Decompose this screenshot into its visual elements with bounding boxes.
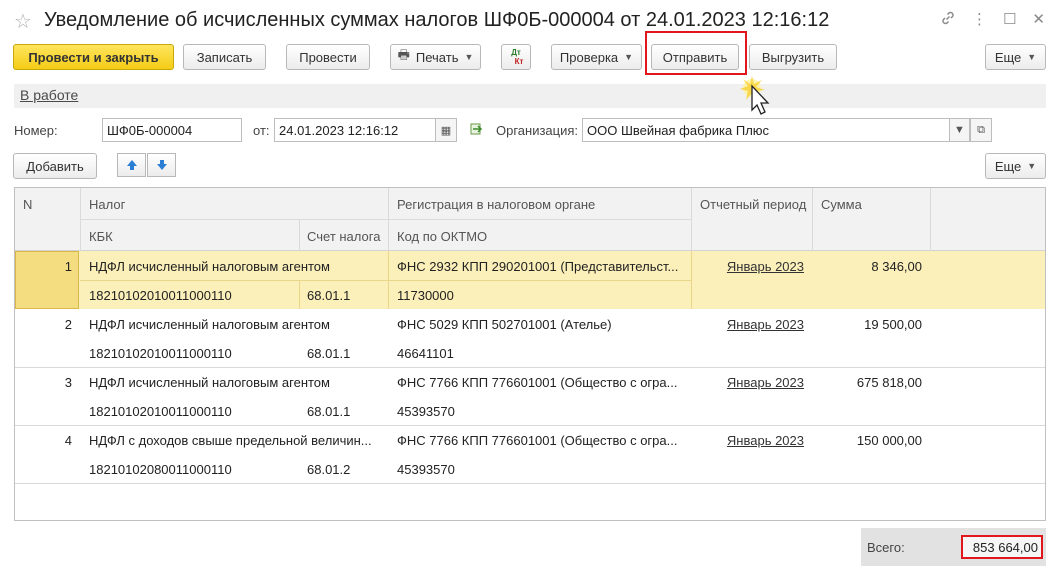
- organization-label: Организация:: [496, 123, 579, 138]
- table-more-button[interactable]: Еще ▼: [985, 153, 1046, 179]
- favorite-star-icon[interactable]: ☆: [14, 9, 32, 34]
- row-oktmo: 46641101: [397, 346, 454, 361]
- printer-icon: 🖶: [397, 47, 410, 62]
- mouse-cursor-icon: [738, 74, 778, 118]
- row-oktmo: 11730000: [397, 288, 454, 303]
- table-header: N Налог КБК Счет налога Регистрация в на…: [15, 188, 1045, 251]
- date-field[interactable]: 24.01.2023 12:16:12: [274, 118, 436, 142]
- row-period-link[interactable]: Январь 2023: [695, 317, 804, 332]
- number-label: Номер:: [14, 123, 58, 138]
- check-button[interactable]: Проверка ▼: [551, 44, 642, 70]
- row-oktmo: 45393570: [397, 404, 455, 419]
- header-oktmo[interactable]: Код по ОКТМО: [397, 229, 487, 244]
- export-button[interactable]: Выгрузить: [749, 44, 837, 70]
- row-registration: ФНС 7766 КПП 776601001 (Общество с огра.…: [397, 375, 678, 390]
- header-period[interactable]: Отчетный период: [700, 197, 806, 212]
- row-sum: 150 000,00: [856, 433, 922, 448]
- header-n[interactable]: N: [23, 197, 32, 212]
- save-button[interactable]: Записать: [183, 44, 266, 70]
- total-value: 853 664,00: [961, 535, 1043, 559]
- row-sum: 8 346,00: [871, 259, 922, 274]
- row-period-link[interactable]: Январь 2023: [695, 433, 804, 448]
- header-tax[interactable]: Налог: [89, 197, 125, 212]
- dt-kt-button[interactable]: Дт Кт: [501, 44, 531, 70]
- header-kbk[interactable]: КБК: [89, 229, 113, 244]
- row-number: 1: [64, 259, 72, 274]
- header-account[interactable]: Счет налога: [307, 229, 380, 244]
- date-label: от:: [253, 123, 270, 138]
- chevron-down-icon: ▼: [1027, 52, 1037, 62]
- chevron-down-icon[interactable]: ▼: [949, 118, 970, 142]
- chevron-down-icon: ▼: [624, 52, 634, 62]
- move-up-icon[interactable]: [117, 153, 146, 177]
- move-down-icon[interactable]: [147, 153, 176, 177]
- row-number: 4: [64, 433, 72, 448]
- row-registration: ФНС 2932 КПП 290201001 (Представительст.…: [397, 259, 679, 274]
- kt-label: Кт: [514, 57, 524, 66]
- dt-label: Дт: [511, 48, 521, 57]
- row-registration: ФНС 5029 КПП 502701001 (Ателье): [397, 317, 612, 332]
- row-account: 68.01.1: [307, 288, 351, 303]
- link-icon[interactable]: [940, 10, 956, 30]
- row-number: 2: [64, 317, 72, 332]
- send-highlight-frame: [645, 31, 747, 75]
- table-row[interactable]: 4 НДФЛ с доходов свыше предельной величи…: [15, 425, 1045, 483]
- row-oktmo: 45393570: [397, 462, 455, 477]
- total-label: Всего:: [867, 540, 905, 555]
- add-button[interactable]: Добавить: [13, 153, 97, 179]
- row-kbk: 18210102080011000110: [89, 462, 232, 477]
- more-vertical-icon[interactable]: ⋮: [972, 10, 987, 30]
- arrow-doc-icon: [468, 121, 484, 140]
- more-button[interactable]: Еще ▼: [985, 44, 1046, 70]
- print-button-label: Печать: [415, 49, 459, 65]
- print-button[interactable]: 🖶 Печать ▼: [390, 44, 481, 70]
- row-tax: НДФЛ с доходов свыше предельной величин.…: [89, 433, 372, 448]
- table-row[interactable]: 2 НДФЛ исчисленный налоговым агентом 182…: [15, 309, 1045, 367]
- window-controls: ⋮ ☐ ✕: [940, 10, 1045, 30]
- close-icon[interactable]: ✕: [1032, 10, 1045, 30]
- post-button[interactable]: Провести: [286, 44, 370, 70]
- more-button-label: Еще: [994, 49, 1022, 65]
- row-sum: 19 500,00: [864, 317, 922, 332]
- restore-window-icon[interactable]: ☐: [1003, 10, 1016, 30]
- row-registration: ФНС 7766 КПП 776601001 (Общество с огра.…: [397, 433, 678, 448]
- header-registration[interactable]: Регистрация в налоговом органе: [397, 197, 595, 212]
- chevron-down-icon: ▼: [1027, 161, 1037, 171]
- check-button-label: Проверка: [559, 49, 619, 65]
- row-account: 68.01.1: [307, 346, 351, 361]
- number-field[interactable]: ШФ0Б-000004: [102, 118, 242, 142]
- title-bar: ☆ Уведомление об исчисленных суммах нало…: [0, 0, 1055, 42]
- table-row[interactable]: 1 НДФЛ исчисленный налоговым агентом 182…: [15, 251, 1045, 309]
- status-strip: В работе: [14, 84, 1046, 108]
- open-icon[interactable]: ⧉: [970, 118, 992, 142]
- table-more-label: Еще: [994, 158, 1022, 174]
- row-tax: НДФЛ исчисленный налоговым агентом: [89, 317, 330, 332]
- post-and-close-button[interactable]: Провести и закрыть: [13, 44, 174, 70]
- chevron-down-icon: ▼: [464, 52, 474, 62]
- row-tax: НДФЛ исчисленный налоговым агентом: [89, 259, 330, 274]
- window-title: Уведомление об исчисленных суммах налого…: [44, 9, 830, 31]
- status-link[interactable]: В работе: [20, 87, 78, 103]
- row-period-link[interactable]: Январь 2023: [695, 259, 804, 274]
- row-period-link[interactable]: Январь 2023: [695, 375, 804, 390]
- row-kbk: 18210102010011000110: [89, 288, 232, 303]
- table-row[interactable]: 3 НДФЛ исчисленный налоговым агентом 182…: [15, 367, 1045, 425]
- taxes-table: N Налог КБК Счет налога Регистрация в на…: [14, 187, 1046, 521]
- row-sum: 675 818,00: [856, 375, 922, 390]
- header-sum[interactable]: Сумма: [821, 197, 862, 212]
- total-footer: Всего: 853 664,00: [861, 528, 1046, 566]
- calendar-icon[interactable]: ▦: [435, 118, 457, 142]
- row-account: 68.01.2: [307, 462, 351, 477]
- row-number: 3: [64, 375, 72, 390]
- row-kbk: 18210102010011000110: [89, 404, 232, 419]
- organization-field[interactable]: ООО Швейная фабрика Плюс: [582, 118, 950, 142]
- row-kbk: 18210102010011000110: [89, 346, 232, 361]
- row-tax: НДФЛ исчисленный налоговым агентом: [89, 375, 330, 390]
- row-account: 68.01.1: [307, 404, 351, 419]
